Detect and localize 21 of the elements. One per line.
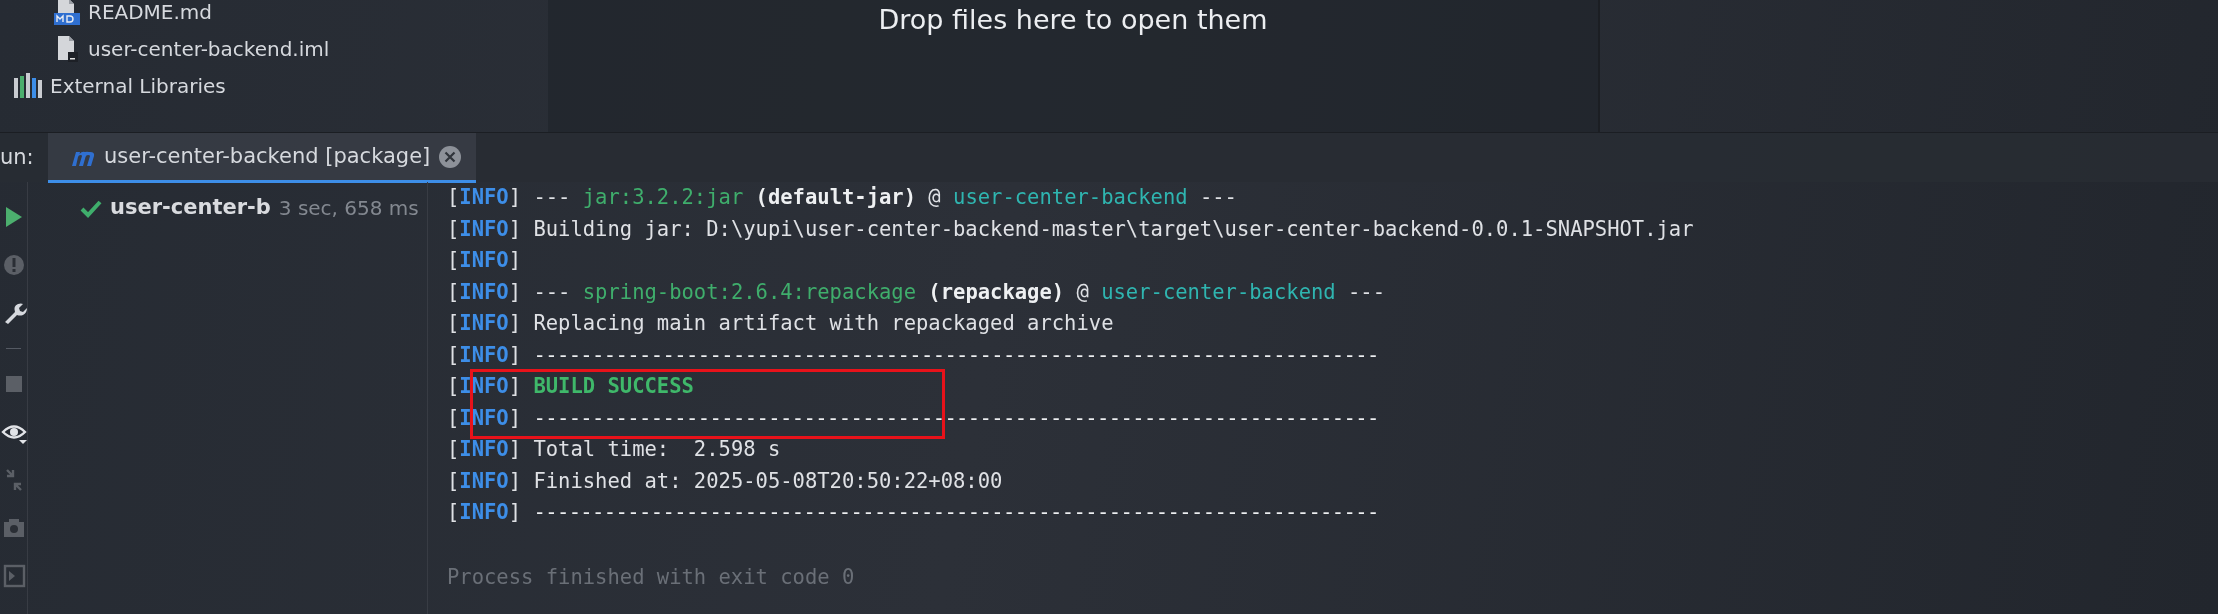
tree-item[interactable]: README.md [88, 0, 213, 27]
libraries-icon [14, 73, 42, 98]
console-line: [INFO] ------------------------------------------------------------------------ [447, 499, 1380, 526]
run-tree-item[interactable]: user-center-b [110, 192, 271, 224]
duration-text: 3 sec, 658 ms [278, 194, 419, 222]
console-line: [INFO] Replacing main artifact with repackaged archive [447, 310, 1115, 337]
console-line: [INFO] Building jar: D:\yupi\user-center-backend-master\target\user-center-backend-0.0.1-SNAPSHOT.jar [447, 215, 1695, 243]
console-line: [INFO] --- spring-boot:2.6.4:repackage (repackage) @ user-center-backend --- [447, 278, 1387, 306]
console-line: [INFO] Total time: 2.598 s [447, 436, 782, 463]
run-tab[interactable]: user-center-backend [package] [48, 133, 477, 183]
drop-hint: Drop files here to open them [878, 3, 1268, 37]
tree-item[interactable]: External Libraries [50, 70, 226, 101]
tree-item[interactable]: user-center-backend.iml [88, 33, 330, 64]
console-line: [INFO] ------------------------------------------------------------------------ [447, 341, 1380, 369]
console-line: [INFO] --- jar:3.2.2:jar (default-jar) @ user-center-backend --- [447, 184, 1238, 211]
run-label: un: [0, 143, 35, 171]
console-line: [INFO] Finished at: 2025-05-08T20:50:22+08:00 [447, 467, 1004, 495]
close-icon[interactable] [438, 144, 463, 169]
markdown-file-icon [54, 0, 80, 25]
console-line: [INFO] [447, 247, 523, 274]
exit-message: Process finished with exit code 0 [447, 564, 856, 589]
